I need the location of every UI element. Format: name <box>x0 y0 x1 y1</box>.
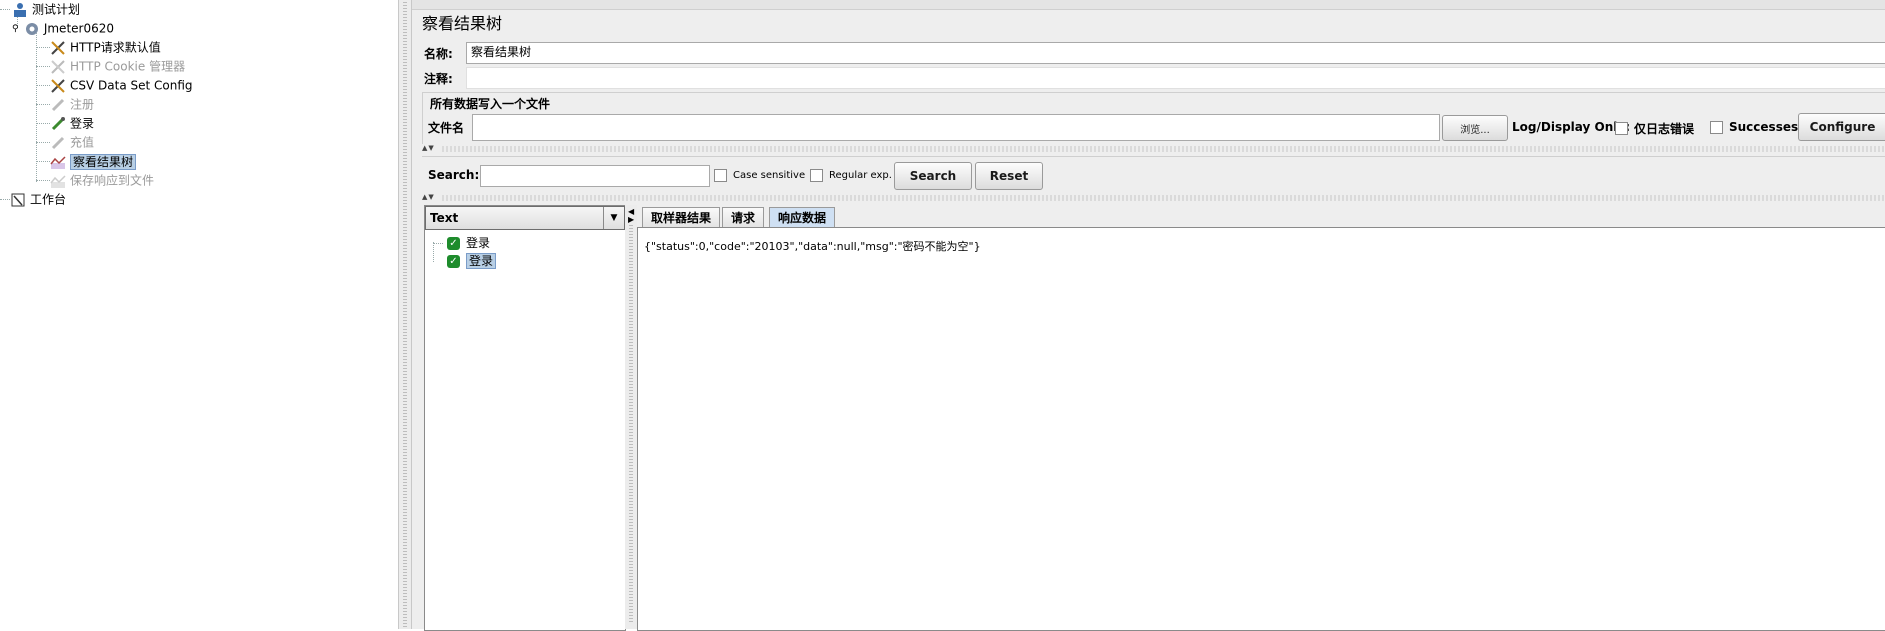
test-plan-icon <box>12 2 28 18</box>
errors-only-checkbox[interactable]: 仅日志错误 <box>1615 120 1694 137</box>
chart-icon <box>50 173 66 189</box>
renderer-value: Text <box>430 211 459 225</box>
tree-node-thread-group[interactable]: ⚲ Jmeter0620 <box>12 19 114 37</box>
gear-icon <box>24 21 40 37</box>
wrench-icon <box>50 78 66 94</box>
wrench-icon <box>50 59 66 75</box>
tree-node-workbench[interactable]: 工作台 <box>10 190 66 208</box>
tree-node-label: HTTP请求默认值 <box>70 40 161 55</box>
regex-label: Regular exp. <box>829 170 892 181</box>
divider[interactable] <box>442 146 1885 152</box>
collapse-arrows-icon[interactable]: ▲▼ <box>422 193 435 201</box>
tree-node-test-plan[interactable]: 测试计划 <box>12 0 80 18</box>
result-item-label: 登录 <box>466 236 491 250</box>
chart-icon <box>50 154 66 170</box>
tree-node-label: 工作台 <box>30 192 67 207</box>
tree-node-http-defaults[interactable]: HTTP请求默认值 <box>50 38 161 56</box>
checkbox-box[interactable] <box>810 169 823 182</box>
tree-node-label: 注册 <box>70 97 95 112</box>
successes-label: Successes <box>1729 120 1799 134</box>
errors-only-label: 仅日志错误 <box>1634 122 1695 136</box>
test-plan-tree[interactable]: 测试计划 ⚲ Jmeter0620 HTTP请求默认值 HTTP Cookie … <box>0 0 398 629</box>
successes-checkbox[interactable]: Successes <box>1710 120 1798 134</box>
response-data-panel[interactable]: {"status":0,"code":"20103","data":null,"… <box>637 227 1885 631</box>
browse-button[interactable]: 浏览... <box>1442 115 1508 141</box>
tab-response-data[interactable]: 响应数据 <box>769 207 836 228</box>
tree-node-label: 保存响应到文件 <box>70 173 155 188</box>
case-sensitive-checkbox[interactable]: Case sensitive <box>714 169 805 182</box>
configure-button[interactable]: Configure <box>1798 113 1885 141</box>
file-group-title: 所有数据写入一个文件 <box>430 97 551 111</box>
splitter-grip <box>629 223 633 623</box>
name-field[interactable]: 察看结果树 <box>466 42 1885 64</box>
wrench-icon <box>50 40 66 56</box>
chevron-down-icon[interactable]: ▼ <box>603 207 624 229</box>
view-results-tree-panel: 察看结果树 名称: 察看结果树 注释: 所有数据写入一个文件 文件名 浏览...… <box>412 0 1885 631</box>
collapse-arrows-icon[interactable]: ▲▼ <box>422 144 435 152</box>
checkbox-box[interactable] <box>1710 120 1723 134</box>
panel-title: 察看结果树 <box>422 14 503 33</box>
tree-node-recharge[interactable]: 充值 <box>50 133 94 151</box>
tree-node-cookie-manager[interactable]: HTTP Cookie 管理器 <box>50 57 185 75</box>
tree-node-label: CSV Data Set Config <box>70 78 193 93</box>
checkbox-box[interactable] <box>1615 122 1628 135</box>
result-tabs: 取样器结果 请求 响应数据 {"status":0,"code":"20103"… <box>637 205 1885 631</box>
results-splitter[interactable]: ◀ ▶ <box>625 205 637 629</box>
comment-label: 注释: <box>424 72 453 86</box>
comment-field[interactable] <box>466 67 1885 89</box>
result-item[interactable]: ✓ 登录 <box>447 234 490 252</box>
filename-input[interactable] <box>472 114 1440 141</box>
tree-node-save-responses[interactable]: 保存响应到文件 <box>50 171 154 189</box>
tree-node-label: 测试计划 <box>32 2 81 17</box>
result-item-selected[interactable]: ✓ 登录 <box>447 252 497 270</box>
reset-button[interactable]: Reset <box>975 162 1043 190</box>
pane-splitter[interactable] <box>398 0 412 629</box>
tree-node-label: HTTP Cookie 管理器 <box>70 59 186 74</box>
regex-checkbox[interactable]: Regular exp. <box>810 169 892 182</box>
response-body[interactable]: {"status":0,"code":"20103","data":null,"… <box>644 238 981 254</box>
search-label: Search: <box>428 168 480 182</box>
tree-node-label: 察看结果树 <box>70 153 137 170</box>
tab-request[interactable]: 请求 <box>722 207 765 228</box>
search-input[interactable] <box>480 165 710 187</box>
renderer-select[interactable]: Text ▼ <box>425 206 625 230</box>
tree-node-view-results-tree[interactable]: 察看结果树 <box>50 152 137 170</box>
tree-node-login[interactable]: 登录 <box>50 114 94 132</box>
case-sensitive-label: Case sensitive <box>733 170 806 181</box>
expand-toggle-icon[interactable]: ⚲ <box>12 20 20 38</box>
splitter-grip <box>403 0 407 629</box>
pipette-icon <box>50 116 66 132</box>
tree-node-label: Jmeter0620 <box>43 21 114 36</box>
tree-node-label: 登录 <box>70 116 95 131</box>
tree-node-csv-data-set[interactable]: CSV Data Set Config <box>50 76 193 94</box>
pipette-icon <box>50 97 66 113</box>
pipette-icon <box>50 135 66 151</box>
success-shield-icon: ✓ <box>447 255 460 268</box>
filename-label: 文件名 <box>428 121 465 135</box>
tree-node-register[interactable]: 注册 <box>50 95 94 113</box>
results-list[interactable]: Text ▼ ✓ 登录 ✓ 登录 <box>424 205 626 631</box>
result-item-label: 登录 <box>466 253 497 269</box>
log-display-label: Log/Display Only: <box>1512 120 1630 134</box>
success-shield-icon: ✓ <box>447 237 460 250</box>
tree-node-label: 充值 <box>70 135 95 150</box>
search-button[interactable]: Search <box>894 162 972 190</box>
checkbox-box[interactable] <box>714 169 727 182</box>
tab-sampler-result[interactable]: 取样器结果 <box>642 207 721 228</box>
divider[interactable] <box>442 195 1885 201</box>
workbench-icon <box>10 192 26 208</box>
name-label: 名称: <box>424 47 453 61</box>
